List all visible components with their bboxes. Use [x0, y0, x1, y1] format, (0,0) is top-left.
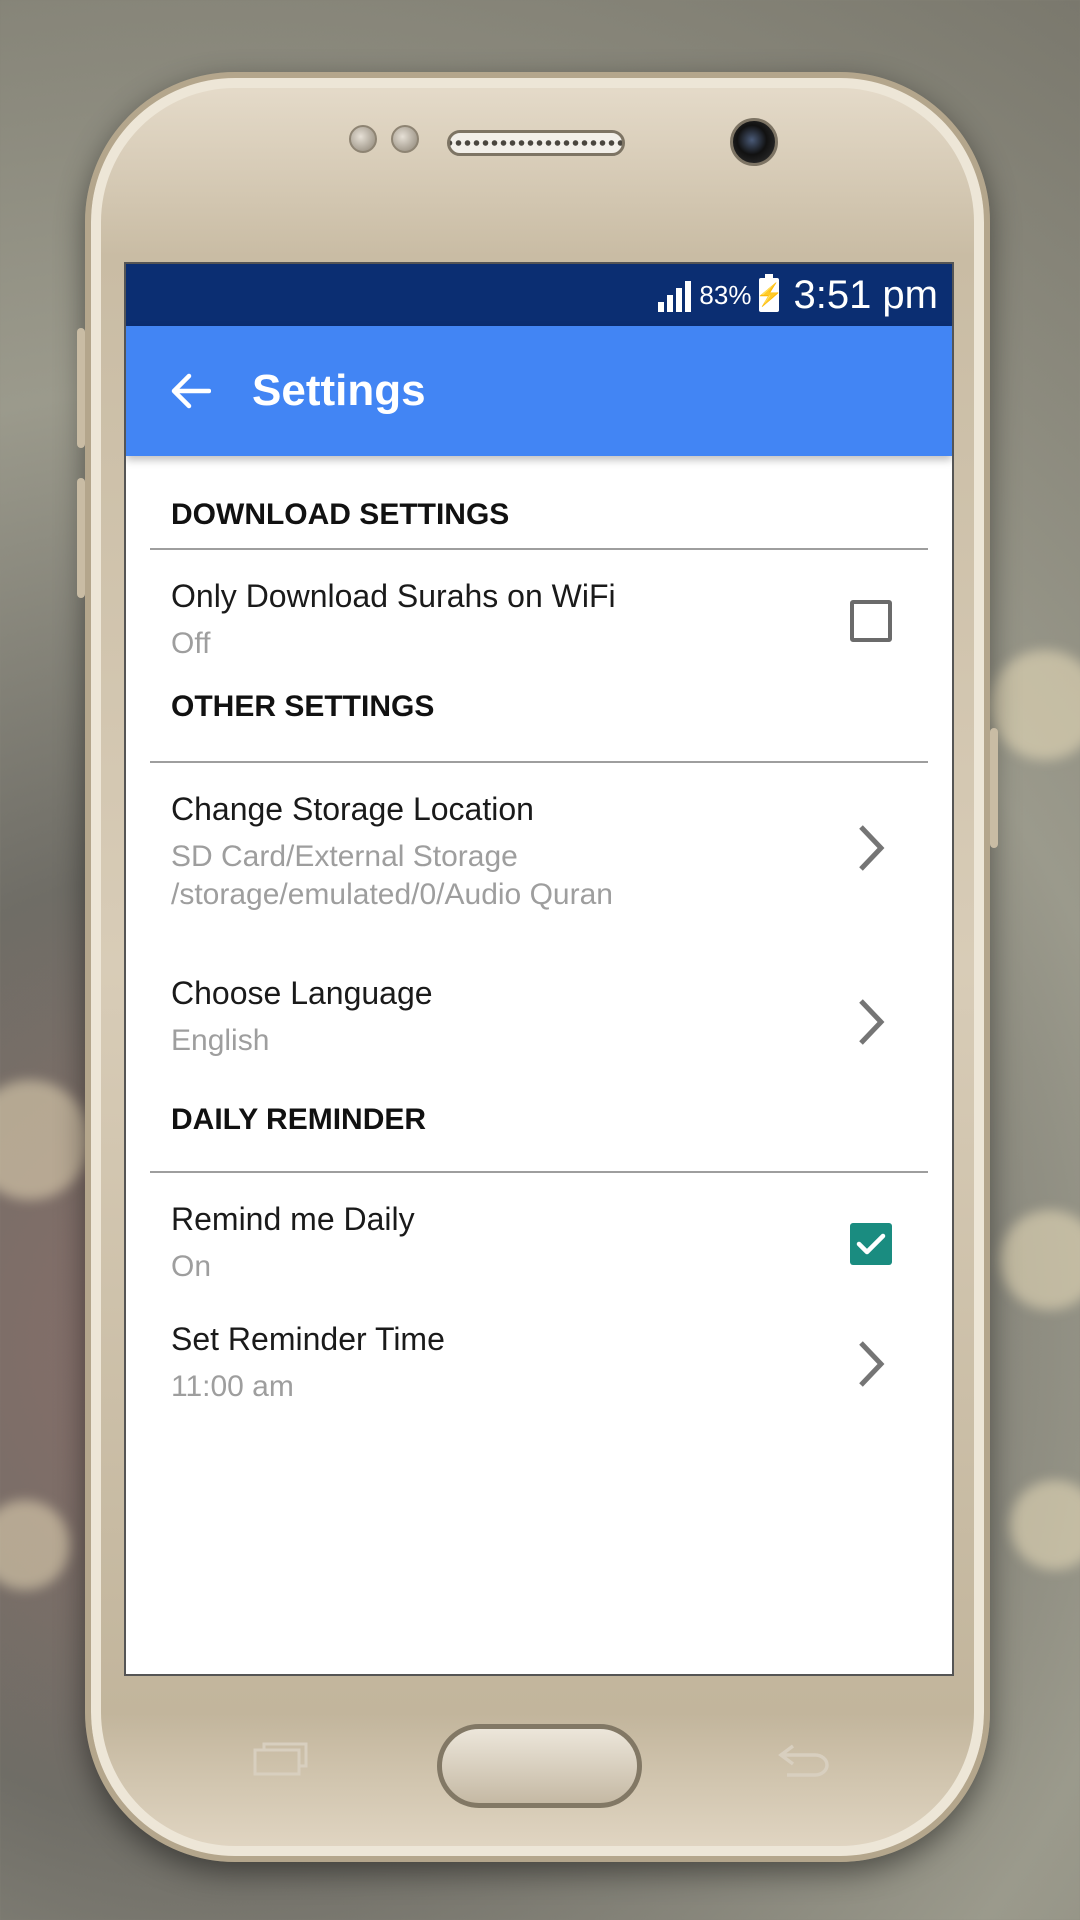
page-title: Settings [252, 366, 426, 415]
power-button [990, 728, 998, 848]
battery-percent: 83% [699, 279, 752, 310]
background-bokeh [0, 1500, 70, 1590]
back-key-icon[interactable] [775, 1742, 831, 1778]
remind-daily-checkbox[interactable] [850, 1223, 892, 1265]
pref-reminder-time[interactable]: Set Reminder Time 11:00 am [126, 1315, 952, 1445]
pref-language[interactable]: Choose Language English [126, 949, 952, 1097]
pref-title: Choose Language [171, 975, 433, 1011]
wifi-only-checkbox[interactable] [850, 600, 892, 642]
background-bokeh [0, 1080, 90, 1200]
pref-title: Change Storage Location [171, 791, 534, 827]
app-bar: Settings [126, 326, 952, 456]
earpiece-speaker [447, 130, 625, 156]
pref-summary: English [171, 1024, 270, 1057]
chevron-right-icon [859, 999, 885, 1045]
light-sensor [391, 125, 419, 153]
pref-title: Remind me Daily [171, 1201, 415, 1237]
section-header-reminder: DAILY REMINDER [171, 1103, 427, 1136]
arrow-left-icon[interactable] [126, 326, 256, 456]
pref-storage-location[interactable]: Change Storage Location SD Card/External… [126, 763, 952, 949]
background-bokeh [1010, 1480, 1080, 1570]
app-screen: 83% ⚡ 3:51 pm Settings DOWNLOAD SETTINGS… [124, 262, 954, 1676]
volume-button [77, 328, 85, 448]
front-camera [730, 118, 778, 166]
pref-summary: 11:00 am [171, 1370, 294, 1403]
volume-button [77, 478, 85, 598]
battery-charging-icon: ⚡ [756, 274, 783, 312]
background-bokeh [1000, 1210, 1080, 1310]
storage-summary-line2: /storage/emulated/0/Audio Quran [171, 878, 613, 911]
section-header-download: DOWNLOAD SETTINGS [171, 498, 510, 531]
proximity-sensor [349, 125, 377, 153]
chevron-right-icon [859, 1341, 885, 1387]
background-bokeh [990, 650, 1080, 760]
pref-summary: Off [171, 627, 211, 660]
signal-icon [658, 278, 692, 312]
pref-title: Set Reminder Time [171, 1321, 445, 1357]
check-icon [856, 1233, 886, 1255]
pref-summary: On [171, 1250, 212, 1283]
recent-apps-icon[interactable] [252, 1740, 310, 1778]
pref-wifi-only[interactable]: Only Download Surahs on WiFi Off [126, 550, 952, 668]
section-header-other: OTHER SETTINGS [171, 690, 435, 723]
chevron-right-icon [859, 825, 885, 871]
status-bar: 83% ⚡ 3:51 pm [126, 264, 952, 326]
home-button[interactable] [437, 1724, 642, 1808]
pref-title: Only Download Surahs on WiFi [171, 578, 616, 614]
status-time: 3:51 pm [793, 272, 938, 317]
pref-summary: SD Card/External Storage /storage/emulat… [171, 838, 952, 914]
pref-remind-daily[interactable]: Remind me Daily On [126, 1173, 952, 1315]
storage-summary-line1: SD Card/External Storage [171, 840, 518, 873]
